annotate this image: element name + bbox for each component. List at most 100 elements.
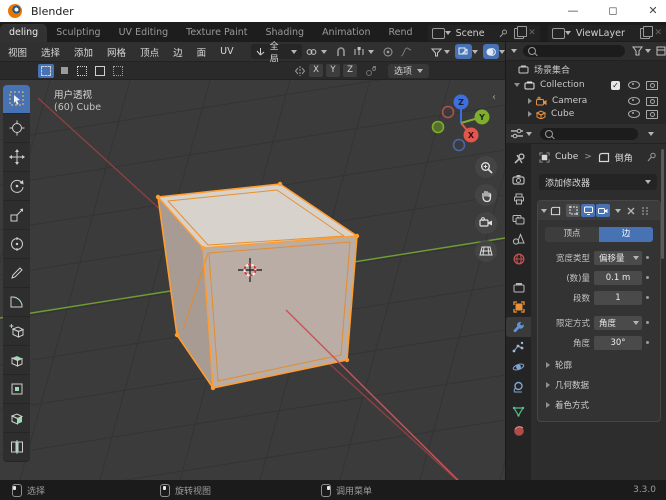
animate-dot[interactable] bbox=[646, 321, 649, 324]
falloff-curve-button[interactable] bbox=[398, 44, 414, 59]
outliner-search-input[interactable] bbox=[523, 45, 625, 57]
editor-type-chevron-icon[interactable] bbox=[511, 49, 517, 53]
tool-measure[interactable] bbox=[3, 288, 30, 317]
tab-collection[interactable] bbox=[506, 277, 531, 297]
filter-icon[interactable] bbox=[632, 46, 643, 56]
tool-loop-cut[interactable] bbox=[3, 433, 30, 462]
tool-transform[interactable] bbox=[3, 230, 30, 259]
tool-select-box[interactable] bbox=[3, 85, 30, 114]
modifier-panel-header[interactable] bbox=[538, 201, 660, 220]
editmode-display-toggle[interactable] bbox=[566, 204, 580, 217]
tool-rotate[interactable] bbox=[3, 172, 30, 201]
tool-move[interactable] bbox=[3, 143, 30, 172]
hide-eye-icon[interactable] bbox=[628, 97, 640, 105]
snap-settings-button[interactable] bbox=[351, 44, 367, 59]
tab-scene[interactable] bbox=[506, 229, 531, 249]
properties-editor-icon[interactable] bbox=[510, 128, 524, 139]
tool-cursor[interactable] bbox=[3, 114, 30, 143]
navigation-gizmo[interactable]: Z Y X bbox=[431, 93, 495, 157]
mirror-icon[interactable] bbox=[294, 65, 306, 77]
mirror-x-button[interactable]: X bbox=[309, 64, 323, 77]
menu-vertex[interactable]: 顶点 bbox=[133, 45, 166, 59]
tab-uv-editing[interactable]: UV Editing bbox=[110, 24, 178, 42]
affect-edges-button[interactable]: 边 bbox=[599, 227, 653, 242]
tool-scale[interactable] bbox=[3, 201, 30, 230]
section-geometry[interactable]: 几何数据 bbox=[546, 379, 589, 391]
animate-dot[interactable] bbox=[646, 276, 649, 279]
window-titlebar[interactable]: Blender — ◻ ✕ bbox=[0, 0, 666, 22]
collapse-icon[interactable] bbox=[528, 98, 532, 104]
add-modifier-button[interactable]: 添加修改器 bbox=[539, 174, 657, 190]
animate-dot[interactable] bbox=[646, 341, 649, 344]
snap-toggle-button[interactable] bbox=[333, 44, 349, 59]
tab-sculpting[interactable]: Sculpting bbox=[47, 24, 109, 42]
tab-constraints[interactable] bbox=[506, 377, 531, 397]
pin-icon[interactable] bbox=[499, 29, 508, 38]
tab-particles[interactable] bbox=[506, 337, 531, 357]
menu-add[interactable]: 添加 bbox=[67, 45, 100, 59]
amount-field[interactable]: 0.1 m bbox=[594, 270, 642, 285]
tab-material[interactable] bbox=[506, 421, 531, 441]
render-visibility-icon[interactable] bbox=[646, 96, 658, 106]
cube-mesh[interactable] bbox=[155, 181, 360, 391]
section-shading[interactable]: 着色方式 bbox=[546, 399, 589, 411]
tool-annotate[interactable] bbox=[3, 259, 30, 288]
menu-mesh[interactable]: 网格 bbox=[100, 45, 133, 59]
gizmo-x-neg[interactable] bbox=[441, 105, 455, 119]
properties-search-input[interactable] bbox=[540, 127, 638, 140]
pivot-point-button[interactable] bbox=[304, 44, 320, 59]
proportional-editing-button[interactable] bbox=[380, 44, 396, 59]
render-visibility-icon[interactable] bbox=[646, 109, 658, 119]
mirror-z-button[interactable]: Z bbox=[343, 64, 357, 77]
maximize-button[interactable]: ◻ bbox=[598, 0, 628, 22]
tab-texture-paint[interactable]: Texture Paint bbox=[177, 24, 256, 42]
tab-modeling[interactable]: deling bbox=[0, 24, 48, 42]
scene-selector[interactable]: Scene ✕ bbox=[427, 25, 540, 41]
expand-chevron-icon[interactable] bbox=[541, 208, 547, 213]
menu-view[interactable]: 视图 bbox=[0, 45, 34, 59]
select-mode-extend-button[interactable] bbox=[56, 64, 72, 78]
tab-animation[interactable]: Animation bbox=[313, 24, 379, 42]
chevron-down-icon[interactable] bbox=[526, 131, 532, 136]
transform-orientation-dropdown[interactable]: 全局 bbox=[250, 42, 302, 65]
tab-world[interactable] bbox=[506, 249, 531, 269]
menu-edge[interactable]: 边 bbox=[166, 45, 190, 59]
menu-face[interactable]: 面 bbox=[190, 45, 214, 59]
angle-field[interactable]: 30° bbox=[594, 335, 642, 350]
gizmo-z-neg[interactable] bbox=[452, 138, 466, 152]
pin-icon[interactable] bbox=[647, 152, 657, 162]
animate-dot[interactable] bbox=[646, 256, 649, 259]
pan-view-button[interactable] bbox=[475, 184, 497, 206]
chevron-down-icon[interactable] bbox=[645, 49, 651, 53]
display-mode-icon[interactable] bbox=[656, 46, 666, 56]
collapse-icon[interactable] bbox=[528, 111, 532, 117]
tool-bevel[interactable] bbox=[3, 404, 30, 433]
camera-view-button[interactable] bbox=[475, 212, 497, 234]
segments-field[interactable]: 1 bbox=[594, 290, 642, 305]
cube-front-face[interactable] bbox=[203, 236, 357, 388]
expand-icon[interactable] bbox=[514, 83, 520, 87]
chevron-down-icon[interactable] bbox=[648, 131, 654, 136]
chevron-down-icon[interactable] bbox=[321, 49, 328, 54]
select-mode-set-button[interactable] bbox=[38, 63, 54, 78]
show-gizmo-button[interactable] bbox=[428, 44, 444, 59]
tab-rendering[interactable]: Rend bbox=[380, 24, 422, 42]
delete-modifier-icon[interactable] bbox=[627, 207, 635, 215]
select-mode-invert-button[interactable] bbox=[92, 64, 108, 78]
tab-output[interactable] bbox=[506, 189, 531, 209]
breadcrumb-object[interactable]: Cube bbox=[555, 152, 578, 162]
copy-viewlayer-icon[interactable] bbox=[640, 25, 654, 39]
limit-method-dropdown[interactable]: 角度 bbox=[594, 315, 642, 330]
viewport-3d[interactable]: 用户透视 (60) Cube Z Y X ‹ bbox=[0, 80, 505, 480]
outliner-row-camera[interactable]: Camera bbox=[506, 93, 666, 109]
hide-eye-icon[interactable] bbox=[628, 110, 640, 118]
render-display-toggle[interactable] bbox=[596, 204, 610, 217]
realtime-display-toggle[interactable] bbox=[581, 204, 595, 217]
breadcrumb-modifier[interactable]: 倒角 bbox=[615, 151, 633, 164]
viewport-scene[interactable] bbox=[0, 80, 505, 480]
tab-render[interactable] bbox=[506, 169, 531, 189]
snap-options-icon[interactable] bbox=[365, 65, 378, 77]
tab-modifiers[interactable] bbox=[506, 317, 531, 337]
section-profile[interactable]: 轮廓 bbox=[546, 359, 572, 371]
zoom-view-button[interactable] bbox=[475, 156, 497, 178]
